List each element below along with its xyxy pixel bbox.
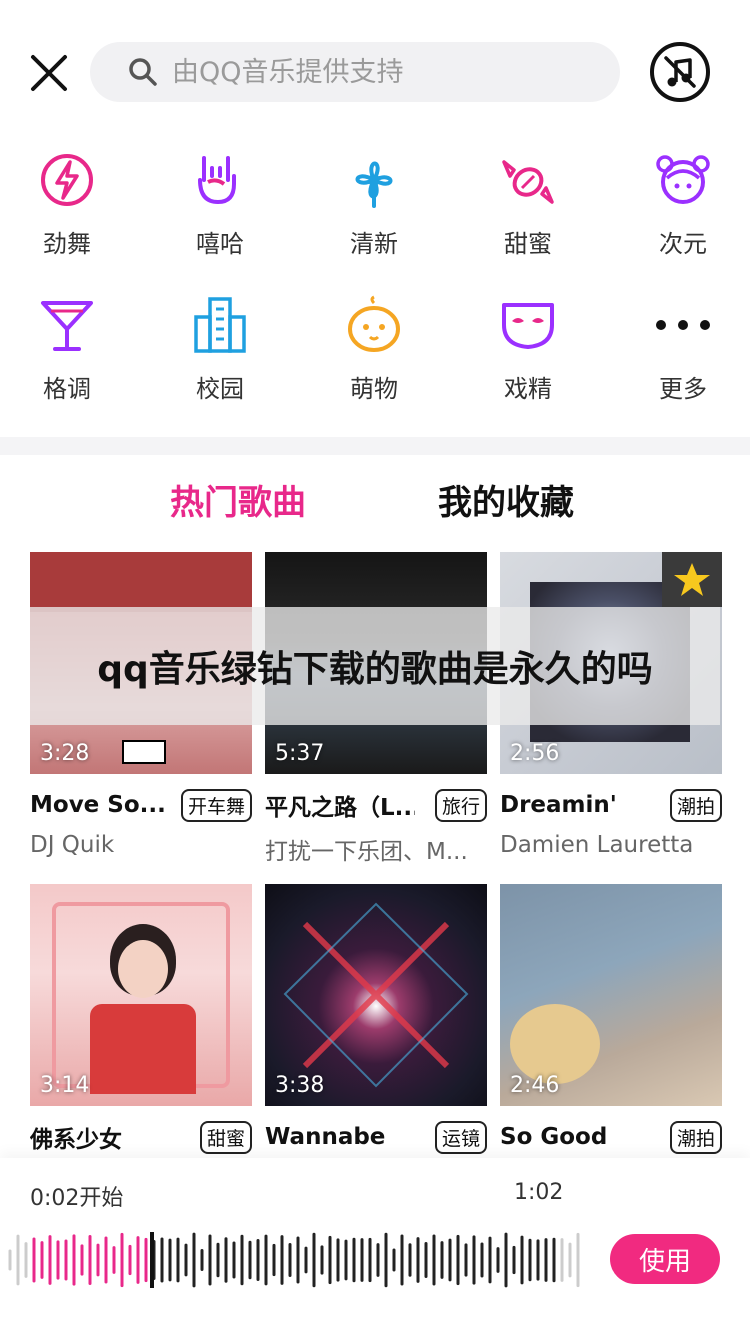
- song-card[interactable]: 3:38 Wannabe 运镜: [265, 884, 487, 1154]
- song-tag: 潮拍: [669, 788, 722, 822]
- cover-art: [510, 1004, 600, 1084]
- song-title: Wannabe: [265, 1124, 386, 1150]
- category-xiha[interactable]: 嘻哈: [150, 150, 290, 259]
- category-jinwu[interactable]: 劲舞: [0, 150, 137, 259]
- close-button[interactable]: [24, 48, 74, 98]
- song-duration: 3:14: [40, 1073, 90, 1098]
- player-bar: 0:02开始 1:02 使用: [0, 1158, 750, 1334]
- search-bar[interactable]: [90, 42, 620, 102]
- more-dots-icon: [656, 320, 710, 330]
- category-label: 校园: [196, 375, 244, 403]
- search-input[interactable]: [172, 56, 592, 88]
- category-gediao[interactable]: 格调: [0, 295, 137, 404]
- cover-art: [30, 552, 252, 612]
- close-icon: [31, 55, 67, 91]
- clip-end-time: 1:02: [514, 1180, 564, 1205]
- parental-advisory-label: [122, 740, 166, 764]
- song-artist: Damien Lauretta: [500, 832, 694, 858]
- song-duration: 3:28: [40, 741, 90, 766]
- category-label: 更多: [659, 375, 707, 403]
- star-icon: [674, 562, 710, 596]
- category-label: 萌物: [350, 375, 398, 403]
- cover-art: [90, 1004, 196, 1094]
- song-title: So Good: [500, 1124, 608, 1150]
- song-title: Dreamin': [500, 792, 617, 818]
- song-tag: 运镜: [434, 1120, 487, 1154]
- mask-icon: [502, 303, 554, 349]
- category-xijing[interactable]: 戏精: [458, 295, 598, 404]
- anime-girl-icon: [656, 155, 710, 204]
- favorite-star[interactable]: [662, 552, 722, 607]
- song-tag: 开车舞: [180, 788, 252, 822]
- section-divider: [0, 437, 750, 455]
- song-title: 平凡之路（L...: [265, 795, 415, 821]
- school-building-icon: [194, 297, 246, 353]
- song-duration: 3:38: [275, 1073, 325, 1098]
- category-ciyuan[interactable]: 次元: [613, 150, 750, 259]
- category-qingxin[interactable]: 清新: [304, 150, 444, 259]
- clip-start-label: 0:02开始: [30, 1186, 124, 1211]
- clover-icon: [355, 161, 393, 208]
- category-tianmi[interactable]: 甜蜜: [458, 150, 598, 259]
- search-icon: [129, 58, 157, 86]
- song-artist: DJ Quik: [30, 832, 115, 858]
- song-title: 佛系少女: [30, 1127, 122, 1153]
- category-label: 劲舞: [43, 230, 91, 258]
- category-label: 甜蜜: [504, 230, 552, 258]
- song-artist: 打扰一下乐团、M...: [265, 839, 468, 865]
- use-button[interactable]: 使用: [610, 1234, 720, 1284]
- cocktail-icon: [41, 301, 93, 351]
- song-card[interactable]: 3:14 佛系少女 甜蜜: [30, 884, 252, 1154]
- overlay-banner: qq音乐绿钻下载的歌曲是永久的吗: [30, 607, 720, 725]
- song-card[interactable]: 2:46 So Good 潮拍: [500, 884, 722, 1154]
- category-more[interactable]: 更多: [613, 295, 750, 404]
- category-label: 清新: [350, 230, 398, 258]
- header: [0, 0, 750, 130]
- category-label: 次元: [659, 230, 707, 258]
- tab-favorites[interactable]: 我的收藏: [438, 475, 574, 524]
- song-tag: 甜蜜: [199, 1120, 252, 1154]
- category-label: 格调: [43, 375, 91, 403]
- album-cover[interactable]: 2:46: [500, 884, 722, 1106]
- rock-hand-icon: [198, 156, 236, 205]
- lightning-icon: [41, 154, 93, 206]
- candy-icon: [502, 160, 554, 204]
- album-cover[interactable]: 3:38: [265, 884, 487, 1106]
- tab-hot-songs[interactable]: 热门歌曲: [170, 475, 306, 524]
- music-off-button[interactable]: [650, 42, 710, 102]
- song-tag: 潮拍: [669, 1120, 722, 1154]
- song-title: Move So...: [30, 792, 166, 818]
- song-duration: 2:46: [510, 1073, 560, 1098]
- category-label: 戏精: [504, 375, 552, 403]
- category-mengwu[interactable]: 萌物: [304, 295, 444, 404]
- song-duration: 2:56: [510, 741, 560, 766]
- cover-art: [118, 940, 168, 998]
- song-duration: 5:37: [275, 741, 325, 766]
- song-tag: 旅行: [434, 788, 487, 822]
- music-off-icon: [664, 56, 696, 88]
- cute-face-icon: [348, 295, 400, 352]
- album-cover[interactable]: 3:14: [30, 884, 252, 1106]
- tab-bar: 热门歌曲 我的收藏: [0, 475, 750, 535]
- category-xiaoyuan[interactable]: 校园: [150, 295, 290, 404]
- waveform-scrubber[interactable]: [6, 1228, 586, 1292]
- category-label: 嘻哈: [196, 230, 244, 258]
- banner-text: qq音乐绿钻下载的歌曲是永久的吗: [97, 649, 653, 690]
